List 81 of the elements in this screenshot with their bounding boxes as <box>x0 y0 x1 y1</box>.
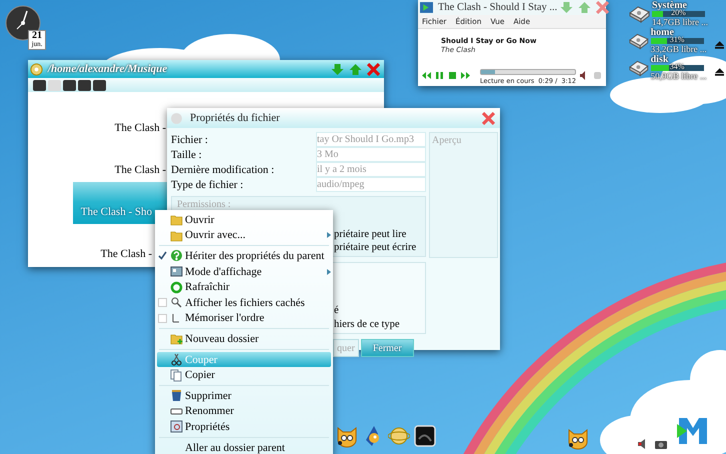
menu-item[interactable]: Renommer <box>155 404 333 420</box>
group-title: Permissions : <box>176 198 232 212</box>
window-title: /home/alexandre/Musique <box>48 63 168 75</box>
eject-icon[interactable] <box>714 68 724 76</box>
copy-icon <box>170 368 183 382</box>
circle-icon <box>170 112 183 124</box>
dialog-title: Propriétés du fichier <box>190 112 281 124</box>
field-label: Taille : <box>171 148 203 160</box>
trash-icon <box>170 389 183 402</box>
folder-icon <box>170 213 183 226</box>
usage-percent: 20% <box>671 9 686 17</box>
preview-panel: Aperçu <box>429 132 498 258</box>
hard-drive-icon <box>628 59 649 77</box>
close-icon[interactable] <box>482 112 495 124</box>
file-item[interactable]: The Clash - <box>73 98 168 140</box>
cat-face-icon[interactable] <box>566 426 590 450</box>
seek-slider[interactable] <box>480 69 576 75</box>
camera-icon[interactable] <box>654 438 668 450</box>
menu-item[interactable]: Mémoriser l'ordre <box>155 310 333 326</box>
question-mark-icon <box>170 249 183 262</box>
down-button[interactable] <box>93 80 106 90</box>
menu-item[interactable]: Propriétés <box>155 419 333 435</box>
option-label: é <box>334 305 340 318</box>
checkbox[interactable] <box>158 314 167 323</box>
disc-icon <box>30 62 43 76</box>
home-button[interactable] <box>78 80 91 90</box>
back-button[interactable] <box>33 80 46 90</box>
up-arrow-icon[interactable] <box>349 62 362 76</box>
field-label: Fichier : <box>171 134 209 146</box>
menu-item[interactable]: Rafraîchir <box>155 279 333 295</box>
option-label: hiers de ce type <box>334 319 401 332</box>
checkbox-label: priétaire peut lire <box>334 228 408 242</box>
fast-forward-icon[interactable] <box>461 70 470 80</box>
checkbox[interactable] <box>158 298 167 308</box>
drive-name: Système <box>652 1 688 11</box>
search-icon <box>170 296 183 310</box>
close-icon[interactable] <box>596 1 610 14</box>
menu-item[interactable]: Ouvrir avec... <box>155 228 333 244</box>
file-item[interactable]: The Clash - <box>73 140 168 182</box>
menu-item[interactable]: Supprimer <box>155 388 333 404</box>
free-space: 14,7GB libre ... <box>652 17 708 27</box>
date-day: 21 <box>32 31 42 40</box>
free-space: 50,9GB libre ... <box>650 71 707 81</box>
drive-name: disk <box>650 55 670 65</box>
cat-face-icon[interactable] <box>336 424 358 448</box>
submenu-arrow-icon <box>326 232 331 238</box>
hard-drive-icon <box>628 32 649 50</box>
field-value: audio/mpeg <box>316 177 426 192</box>
field-value: 3 Mo <box>316 147 426 162</box>
view-mode-icon <box>170 265 183 278</box>
field-label: Type de fichier : <box>171 178 244 190</box>
close-icon[interactable] <box>367 62 380 76</box>
folder-icon <box>170 228 183 242</box>
field-value: tay Or Should I Go.mp3 <box>316 132 426 147</box>
menu-item[interactable]: Hériter des propriétés du parent <box>155 248 333 264</box>
menu-item[interactable]: Nouveau dossier <box>155 331 333 347</box>
field-value: il y a 2 mois <box>316 162 426 177</box>
terminal-icon[interactable] <box>414 424 436 448</box>
scissors-icon <box>170 353 183 366</box>
submenu-arrow-icon <box>326 268 331 275</box>
stop-icon[interactable] <box>448 70 457 80</box>
menu-item[interactable]: Copier <box>155 367 333 383</box>
up-button[interactable] <box>63 80 76 90</box>
window-title: The Clash - Should I Stay ... <box>438 2 558 13</box>
pause-icon[interactable] <box>435 70 444 80</box>
new-folder-icon <box>170 332 183 346</box>
free-space: 33,2GB libre ... <box>650 44 707 54</box>
rewind-icon[interactable] <box>422 70 431 80</box>
checkmark-icon[interactable] <box>158 251 167 260</box>
eject-icon[interactable] <box>714 41 724 49</box>
down-arrow-icon[interactable] <box>331 62 344 76</box>
field-label: Dernière modification : <box>171 164 276 176</box>
checkbox-label: priétaire peut écrire <box>334 242 418 256</box>
player-icon <box>420 1 433 14</box>
drive-name: home <box>650 28 674 38</box>
menu-item[interactable]: Aller au dossier parent <box>155 440 333 454</box>
refresh-icon <box>170 280 183 294</box>
menu-item[interactable]: Mode d'affichage <box>155 264 333 280</box>
properties-icon <box>170 420 183 434</box>
menu-item[interactable]: Afficher les fichiers cachés <box>155 294 333 311</box>
usage-percent: 31% <box>670 36 686 44</box>
